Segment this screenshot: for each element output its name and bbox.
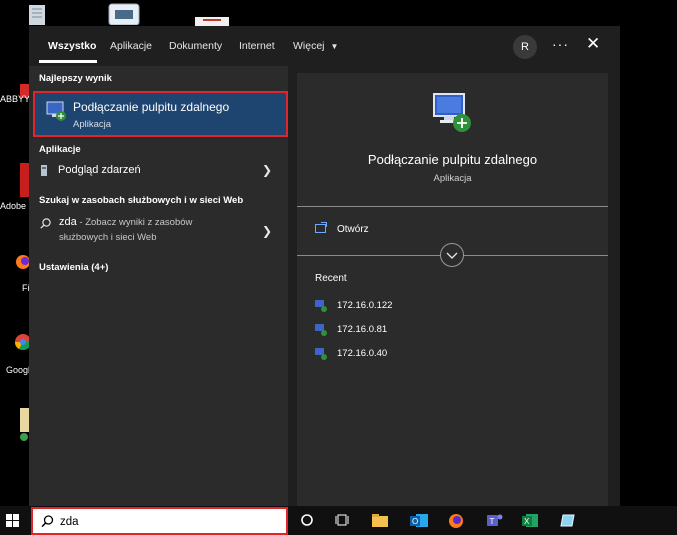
firefox-icon[interactable] xyxy=(448,513,464,534)
list-item-event-viewer[interactable]: Podgląd zdarzeń ❯ xyxy=(29,159,288,183)
teams-icon[interactable]: T xyxy=(485,513,503,533)
web-search-text: zda - Zobacz wyniki z zasobów xyxy=(59,214,192,231)
app-icon[interactable] xyxy=(560,513,576,533)
remote-desktop-icon xyxy=(315,323,327,341)
chevron-down-icon: ▼ xyxy=(330,42,339,51)
recent-item-label: 172.16.0.122 xyxy=(337,300,393,311)
event-viewer-icon xyxy=(40,164,48,182)
desktop-document-icon[interactable] xyxy=(195,14,229,27)
recent-item[interactable]: 172.16.0.122 xyxy=(297,295,608,315)
open-icon xyxy=(315,220,327,238)
more-options-button[interactable]: ··· xyxy=(552,36,569,52)
search-input-value: zda xyxy=(60,516,79,528)
web-search-hint-2: służbowych i sieci Web xyxy=(59,232,157,243)
excel-icon[interactable]: X xyxy=(522,513,538,533)
remote-desktop-large-icon xyxy=(431,91,475,140)
windows-start-icon[interactable] xyxy=(6,514,20,533)
preview-pane: Podłączanie pulpitu zdalnego Aplikacja O… xyxy=(297,73,608,506)
search-tabs-bar: Wszystko Aplikacje Dokumenty Internet Wi… xyxy=(29,26,620,66)
file-explorer-icon[interactable] xyxy=(372,513,388,532)
firefox-desktop-icon[interactable] xyxy=(16,248,30,276)
tab-documents[interactable]: Dokumenty xyxy=(169,40,222,52)
desktop-label-adobe: Adobe xyxy=(0,201,27,211)
chevron-down-icon xyxy=(446,252,458,259)
recent-heading: Recent xyxy=(315,273,347,284)
tab-more[interactable]: Więcej ▼ xyxy=(293,40,338,52)
recycle-bin-icon[interactable] xyxy=(24,3,50,25)
recent-item[interactable]: 172.16.0.81 xyxy=(297,319,608,339)
search-input[interactable]: zda xyxy=(31,507,288,535)
open-label: Otwórz xyxy=(337,224,369,235)
task-view-icon[interactable] xyxy=(335,513,349,532)
best-match-heading: Najlepszy wynik xyxy=(39,73,112,84)
web-search-query: zda xyxy=(59,216,77,228)
best-match-title: Podłączanie pulpitu zdalnego xyxy=(73,100,230,114)
avatar[interactable]: R xyxy=(513,35,537,59)
best-match-item[interactable]: Podłączanie pulpitu zdalnego Aplikacja xyxy=(33,91,288,137)
search-icon xyxy=(41,515,54,533)
chevron-right-icon: ❯ xyxy=(262,163,273,177)
svg-text:X: X xyxy=(524,517,530,526)
chevron-right-icon: ❯ xyxy=(262,224,273,238)
svg-text:T: T xyxy=(490,517,495,526)
tab-all[interactable]: Wszystko xyxy=(48,40,96,52)
best-match-subtitle: Aplikacja xyxy=(73,119,112,130)
remote-desktop-icon xyxy=(315,299,327,317)
recent-item[interactable]: 172.16.0.40 xyxy=(297,343,608,363)
web-search-item[interactable]: zda - Zobacz wyniki z zasobów służbowych… xyxy=(29,212,288,252)
tab-internet[interactable]: Internet xyxy=(239,40,275,52)
search-window: Wszystko Aplikacje Dokumenty Internet Wi… xyxy=(29,26,620,506)
event-viewer-label: Podgląd zdarzeń xyxy=(58,164,141,176)
tab-apps[interactable]: Aplikacje xyxy=(110,40,152,52)
web-search-heading: Szukaj w zasobach służbowych i w sieci W… xyxy=(39,195,244,206)
tab-more-label: Więcej xyxy=(293,40,325,52)
divider xyxy=(297,206,608,207)
remote-desktop-icon xyxy=(45,100,67,127)
active-tab-indicator xyxy=(39,60,97,63)
desktop-label-google: Googl xyxy=(6,365,31,375)
apps-heading: Aplikacje xyxy=(39,144,81,155)
results-pane: Najlepszy wynik Podłączanie pulpitu zdal… xyxy=(29,66,288,506)
settings-heading[interactable]: Ustawienia (4+) xyxy=(39,262,108,273)
search-icon xyxy=(40,216,51,234)
cortana-icon[interactable] xyxy=(300,513,314,532)
preview-subtitle: Aplikacja xyxy=(433,173,472,184)
expand-button[interactable] xyxy=(440,243,464,267)
close-button[interactable]: ✕ xyxy=(586,34,600,54)
svg-text:O: O xyxy=(412,517,418,526)
outlook-icon[interactable]: O xyxy=(410,513,428,533)
preview-title: Podłączanie pulpitu zdalnego xyxy=(367,152,538,167)
recent-item-label: 172.16.0.40 xyxy=(337,348,388,359)
desktop-app-icon[interactable] xyxy=(108,3,140,26)
web-search-hint: - Zobacz wyniki z zasobów xyxy=(76,217,193,228)
remote-desktop-icon xyxy=(315,347,327,365)
recent-item-label: 172.16.0.81 xyxy=(337,324,388,335)
open-action[interactable]: Otwórz xyxy=(297,215,608,241)
chrome-desktop-icon[interactable] xyxy=(14,327,32,357)
